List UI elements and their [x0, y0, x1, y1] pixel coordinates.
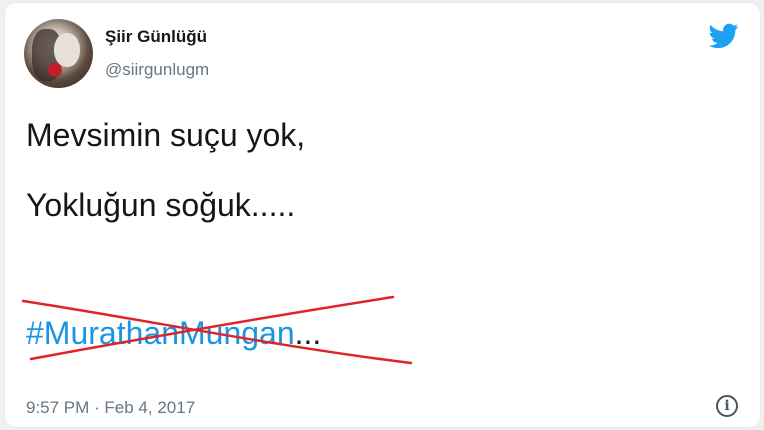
avatar-face: [54, 33, 80, 67]
author-handle[interactable]: @siirgunlugm: [105, 60, 209, 80]
avatar[interactable]: [24, 19, 93, 88]
tweet-hashtag-line: #MurathanMungan...: [26, 315, 321, 359]
avatar-rose: [48, 63, 62, 77]
author-name[interactable]: Şiir Günlüğü: [105, 27, 207, 47]
info-icon[interactable]: i: [716, 395, 738, 417]
hashtag-link[interactable]: #MurathanMungan: [26, 315, 295, 351]
tweet-text-line-2: Yokluğun soğuk.....: [26, 187, 296, 223]
tweet-card: Şiir Günlüğü @siirgunlugm Mevsimin suçu …: [4, 2, 761, 428]
trailing-ellipsis: ...: [294, 315, 322, 351]
tweet-timestamp[interactable]: 9:57 PM · Feb 4, 2017: [26, 398, 195, 418]
tweet-text-line-1: Mevsimin suçu yok,: [26, 117, 306, 153]
twitter-bird-icon[interactable]: [707, 21, 741, 51]
